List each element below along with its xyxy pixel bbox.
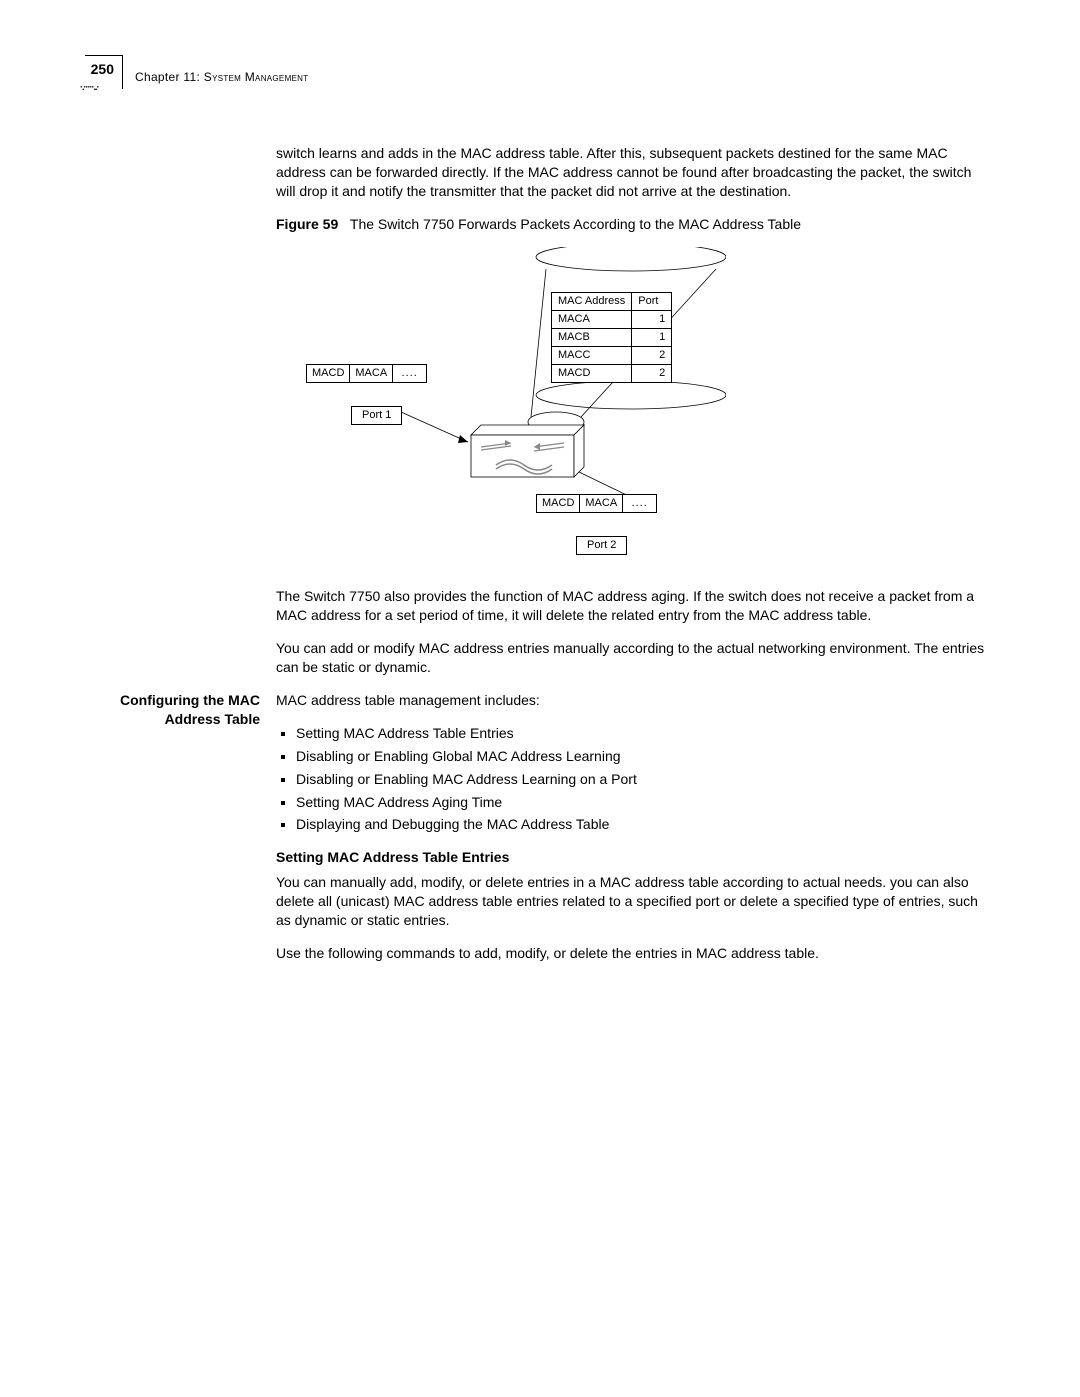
sub-paragraph-1: You can manually add, modify, or delete … (276, 873, 990, 930)
page-number: 250 (91, 61, 114, 77)
packet-1: MACD MACA .... (306, 364, 427, 383)
paragraph-manual: You can add or modify MAC address entrie… (276, 639, 990, 677)
table-row: MACB (552, 329, 632, 347)
body-block-2: MAC address table management includes: S… (276, 691, 990, 977)
sub-paragraph-2: Use the following commands to add, modif… (276, 944, 990, 963)
packet-2: MACD MACA .... (536, 494, 657, 513)
table-row: 2 (632, 364, 672, 382)
list-item: Disabling or Enabling MAC Address Learni… (296, 770, 990, 789)
mac-th-port: Port (632, 293, 672, 311)
chapter-title: Chapter 11: System Management (135, 69, 308, 89)
packet-rest: .... (393, 364, 427, 383)
mac-th-addr: MAC Address (552, 293, 632, 311)
list-item: Setting MAC Address Aging Time (296, 793, 990, 812)
chapter-name: System Management (204, 70, 309, 84)
page-header: 250 ·.·····..· Chapter 11: System Manage… (85, 55, 990, 89)
table-row: 2 (632, 346, 672, 364)
margin-heading: Configuring the MAC Address Table (85, 691, 260, 977)
port-1-label-wrap: Port 1 (351, 404, 402, 425)
list-item: Displaying and Debugging the MAC Address… (296, 815, 990, 834)
list-item: Disabling or Enabling Global MAC Address… (296, 747, 990, 766)
sub-heading: Setting MAC Address Table Entries (276, 848, 990, 867)
table-row: MACC (552, 346, 632, 364)
mac-address-table: MAC Address Port MACA1 MACB1 MACC2 MACD2 (551, 292, 672, 382)
intro-paragraph: switch learns and adds in the MAC addres… (276, 144, 990, 201)
table-row: 1 (632, 311, 672, 329)
figure-caption: Figure 59 The Switch 7750 Forwards Packe… (276, 215, 990, 234)
page-number-box: 250 ·.·····..· (85, 55, 123, 89)
table-row: MACD (552, 364, 632, 382)
port-1-label: Port 1 (351, 406, 402, 425)
chapter-label: Chapter 11: (135, 70, 204, 84)
body-block-1: switch learns and adds in the MAC addres… (276, 144, 990, 691)
switch-icon (471, 425, 584, 477)
packet-dst: MACD (536, 494, 580, 513)
packet-src: MACA (350, 364, 393, 383)
figure-label: Figure 59 (276, 216, 338, 232)
bullet-list: Setting MAC Address Table Entries Disabl… (296, 724, 990, 834)
content-grid: switch learns and adds in the MAC addres… (85, 144, 990, 977)
dots-decoration: ·.·····..· (80, 81, 98, 93)
port-2-label: Port 2 (576, 536, 627, 555)
port-2-label-wrap: Port 2 (576, 534, 627, 555)
table-row: 1 (632, 329, 672, 347)
figure-caption-text: The Switch 7750 Forwards Packets Accordi… (350, 216, 801, 232)
table-row: MACA (552, 311, 632, 329)
packet-src: MACA (580, 494, 623, 513)
paragraph-aging: The Switch 7750 also provides the functi… (276, 587, 990, 625)
mac-table-overlay: MAC Address Port MACA1 MACB1 MACC2 MACD2 (551, 292, 672, 382)
packet-rest: .... (623, 494, 657, 513)
margin-blank-1 (85, 144, 260, 691)
list-item: Setting MAC Address Table Entries (296, 724, 990, 743)
section-lead: MAC address table management includes: (276, 691, 990, 710)
packet-dst: MACD (306, 364, 350, 383)
figure-diagram: MAC Address Port MACA1 MACB1 MACC2 MACD2… (296, 247, 726, 567)
